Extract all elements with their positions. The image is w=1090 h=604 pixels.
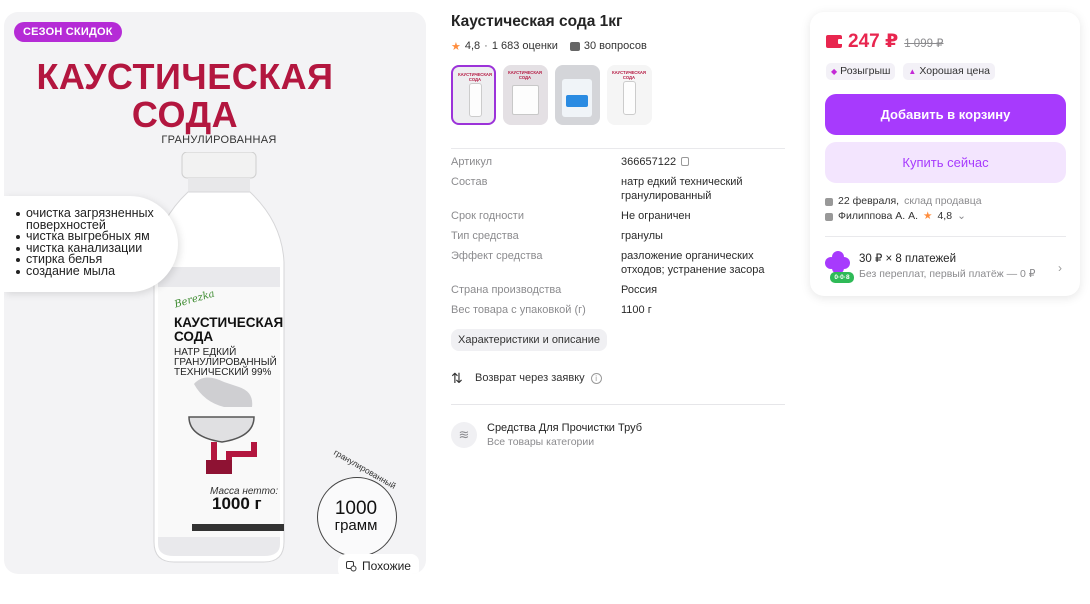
- stamp-unit: грамм: [334, 517, 378, 534]
- wallet-icon: [826, 35, 843, 48]
- calendar-icon: [825, 197, 833, 206]
- chevron-down-icon: ⌄: [957, 210, 966, 222]
- thumbnail-3[interactable]: [555, 65, 600, 125]
- installment-title: 30 ₽ × 8 платежей: [859, 253, 956, 265]
- spec-row: Срок годности Не ограничен: [451, 209, 785, 223]
- installment-offer[interactable]: 0·0·8 30 ₽ × 8 платежей Без переплат, пе…: [825, 236, 1066, 283]
- store-icon: [825, 212, 833, 221]
- old-price: 1 099 ₽: [904, 38, 944, 50]
- installment-sub: Без переплат, первый платёж — 0 ₽: [859, 268, 1036, 280]
- ratings-count-link[interactable]: 1 683 оценки: [492, 40, 558, 52]
- add-to-cart-button[interactable]: Добавить в корзину: [825, 94, 1066, 135]
- rating-value[interactable]: 4,8: [465, 40, 480, 52]
- spec-row: Страна производства Россия: [451, 283, 785, 297]
- category-name: Средства Для Прочистки Труб: [487, 422, 643, 434]
- hero-title: КАУСТИЧЕСКАЯ СОДА: [36, 56, 334, 135]
- thumbnail-2[interactable]: КАУСТИЧЕСКАЯ СОДА: [503, 65, 548, 125]
- spec-value: разложение органических отходов; устране…: [621, 250, 765, 276]
- buy-now-button[interactable]: Купить сейчас: [825, 142, 1066, 183]
- raffle-badge[interactable]: ◆ Розыгрыш: [826, 63, 896, 80]
- star-icon: ★: [451, 40, 461, 53]
- weight-stamp: гранулированный 1000 грамм: [317, 447, 398, 557]
- product-info: Каустическая сода 1кг ★ 4,8 · 1 683 оцен…: [451, 12, 785, 449]
- installment-icon: 0·0·8: [825, 251, 854, 283]
- label-name: КАУСТИЧЕСКАЯ СОДА: [174, 315, 284, 344]
- spec-row: Артикул 366657122: [451, 155, 785, 169]
- return-label: Возврат через заявку: [475, 372, 585, 384]
- stamp-number: 1000 грамм: [326, 499, 386, 534]
- spec-key: Срок годности: [451, 210, 524, 222]
- spec-key: Состав: [451, 176, 488, 188]
- spec-value: гранулы: [621, 230, 663, 242]
- layers-icon: ≋: [451, 422, 477, 448]
- spec-key: Страна производства: [451, 284, 562, 296]
- delivery-info: 22 февраля, склад продавца Филиппова А. …: [825, 194, 982, 224]
- good-price-badge[interactable]: ▲ Хорошая цена: [903, 63, 995, 80]
- label-desc: НАТР ЕДКИЙ ГРАНУЛИРОВАННЫЙ ТЕХНИЧЕСКИЙ 9…: [174, 347, 277, 378]
- category-link[interactable]: ≋ Средства Для Прочистки Труб Все товары…: [451, 421, 785, 449]
- badges: ◆ Розыгрыш ▲ Хорошая цена: [826, 63, 995, 80]
- thumbnail-gallery: КАУСТИЧЕСКАЯ СОДА КАУСТИЧЕСКАЯ СОДА КАУС…: [451, 65, 785, 125]
- similar-label: Похожие: [362, 559, 411, 573]
- spec-row: Эффект средства разложение органических …: [451, 249, 785, 277]
- hero-subtitle: ГРАНУЛИРОВАННАЯ: [161, 134, 277, 146]
- spec-value: Не ограничен: [621, 210, 691, 222]
- characteristics-button[interactable]: Характеристики и описание: [451, 329, 607, 351]
- specs-table: Артикул 366657122 Состав натр едкий техн…: [451, 148, 785, 317]
- spec-value: 1100 г: [621, 304, 652, 316]
- feature-item: создание мыла: [16, 265, 178, 278]
- spec-row: Состав натр едкий технический гранулиров…: [451, 175, 785, 203]
- spec-row: Вес товара с упаковкой (г) 1100 г: [451, 303, 785, 317]
- return-info: ⇅ Возврат через заявку i: [451, 369, 785, 387]
- delivery-date: 22 февраля,: [838, 195, 900, 207]
- delivery-source: склад продавца: [904, 195, 982, 207]
- chevron-right-icon: ›: [1058, 261, 1062, 275]
- product-main-image[interactable]: СЕЗОН СКИДОК КАУСТИЧЕСКАЯ СОДА ГРАНУЛИРО…: [4, 12, 426, 574]
- category-sub: Все товары категории: [487, 436, 595, 448]
- swap-arrows-icon: ⇅: [451, 369, 463, 386]
- divider: [451, 404, 785, 405]
- similar-button[interactable]: Похожие: [338, 554, 419, 574]
- spec-key: Артикул: [451, 156, 493, 168]
- thumbnail-4[interactable]: КАУСТИЧЕСКАЯ СОДА: [607, 65, 652, 125]
- seller-name: Филиппова А. А.: [838, 210, 919, 222]
- copy-icon[interactable]: [681, 157, 690, 166]
- feature-item: очистка загрязненных поверхностей: [16, 207, 178, 231]
- rating-row: ★ 4,8 · 1 683 оценки 30 вопросов: [451, 40, 647, 53]
- season-sale-badge: СЕЗОН СКИДОК: [14, 22, 122, 42]
- feature-list: очистка загрязненных поверхностей чистка…: [4, 196, 178, 292]
- spec-value: Россия: [621, 284, 658, 296]
- diamond-icon: ◆: [831, 67, 838, 76]
- spec-value: натр едкий технический гранулированный: [621, 176, 743, 202]
- star-icon: ★: [923, 210, 933, 222]
- thumbnail-1[interactable]: КАУСТИЧЕСКАЯ СОДА: [451, 65, 496, 125]
- spec-row: Тип средства гранулы: [451, 229, 785, 243]
- spec-key: Вес товара с упаковкой (г): [451, 304, 586, 316]
- questions-icon: [569, 41, 580, 51]
- spec-value: 366657122: [621, 155, 781, 169]
- product-title: Каустическая сода 1кг: [451, 13, 623, 30]
- thumbs-up-icon: ▲: [908, 67, 917, 76]
- info-icon[interactable]: i: [590, 372, 602, 384]
- installment-badge: 0·0·8: [830, 272, 854, 283]
- seller-rating: 4,8: [937, 210, 953, 222]
- seller-link[interactable]: Филиппова А. А. ★ 4,8 ⌄: [825, 209, 982, 224]
- spec-key: Тип средства: [451, 230, 519, 242]
- spec-key: Эффект средства: [451, 250, 543, 262]
- label-weight: 1000 г: [212, 494, 262, 513]
- stamp-top-text: гранулированный: [332, 447, 398, 491]
- current-price: 247 ₽: [848, 31, 899, 52]
- buy-card: 247 ₽ 1 099 ₽ ◆ Розыгрыш ▲ Хорошая цена …: [810, 12, 1080, 296]
- price-row: 247 ₽ 1 099 ₽: [826, 30, 944, 53]
- similar-icon: [346, 560, 357, 571]
- questions-link[interactable]: 30 вопросов: [584, 40, 647, 52]
